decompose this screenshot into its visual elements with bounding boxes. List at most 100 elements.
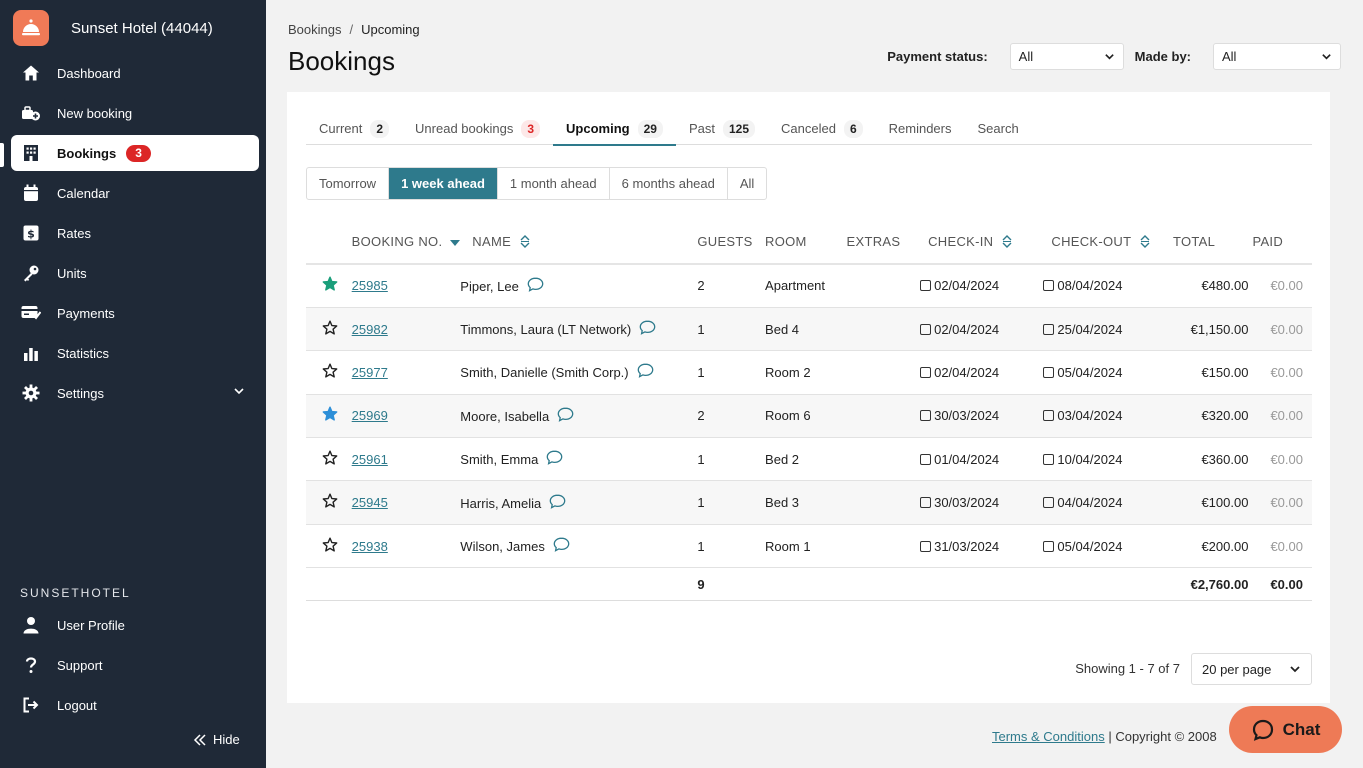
sidebar-item-rates[interactable]: $ Rates xyxy=(11,215,259,251)
sidebar-item-statistics[interactable]: Statistics xyxy=(11,335,259,371)
per-page-select[interactable]: 20 per page xyxy=(1191,653,1312,685)
table-row[interactable]: 25985 Piper, Lee 2 Apartment 02/04/2024 08/04… xyxy=(306,264,1312,308)
checkbox-icon[interactable] xyxy=(920,323,932,335)
extras-cell xyxy=(846,264,921,308)
payment-status-select[interactable]: All xyxy=(1009,43,1124,70)
made-by-select[interactable]: All xyxy=(1213,43,1341,70)
booking-paid: €0.00 xyxy=(1248,264,1312,308)
message-bubble-icon[interactable] xyxy=(639,320,656,338)
star-icon[interactable] xyxy=(322,320,338,336)
message-bubble-icon[interactable] xyxy=(527,277,544,295)
table-row[interactable]: 25945 Harris, Amelia 1 Bed 3 30/03/2024 04/04… xyxy=(306,480,1312,525)
star-icon[interactable] xyxy=(322,537,338,553)
hide-sidebar-button[interactable]: Hide xyxy=(193,732,240,747)
table-row[interactable]: 25938 Wilson, James 1 Room 1 31/03/2024 05/04… xyxy=(306,524,1312,569)
tab-unread-bookings[interactable]: Unread bookings 3 xyxy=(402,112,553,145)
breadcrumb-bookings-link[interactable]: Bookings xyxy=(288,22,341,37)
booking-number-link[interactable]: 25938 xyxy=(352,539,388,554)
range-all-button[interactable]: All xyxy=(728,168,766,199)
star-icon[interactable] xyxy=(322,406,338,422)
checkbox-icon[interactable] xyxy=(1043,323,1055,335)
checkbox-icon[interactable] xyxy=(920,540,932,552)
terms-link[interactable]: Terms & Conditions xyxy=(992,729,1105,744)
sidebar-item-logout[interactable]: Logout xyxy=(11,687,259,723)
totals-spacer xyxy=(846,567,921,602)
bookings-card: Current 2 Unread bookings 3 Upcoming 29 Pas… xyxy=(287,92,1330,703)
main-nav: Dashboard New booking Bookings 3 Calenda… xyxy=(11,55,259,415)
checkbox-icon[interactable] xyxy=(920,366,932,378)
message-bubble-icon[interactable] xyxy=(557,407,574,425)
message-bubble-icon[interactable] xyxy=(637,363,654,381)
check-in-date: 31/03/2024 xyxy=(934,538,1000,554)
checkbox-icon[interactable] xyxy=(1043,410,1055,422)
tab-current[interactable]: Current 2 xyxy=(306,112,402,145)
booking-number-link[interactable]: 25985 xyxy=(352,278,388,293)
check-out-date: 05/04/2024 xyxy=(1057,538,1123,554)
sidebar-item-bookings[interactable]: Bookings 3 xyxy=(11,135,259,171)
range-tomorrow-button[interactable]: Tomorrow xyxy=(307,168,390,199)
tab-upcoming[interactable]: Upcoming 29 xyxy=(553,112,676,146)
sidebar-item-payments[interactable]: Payments xyxy=(11,295,259,331)
sort-desc-icon xyxy=(450,240,461,246)
table-row[interactable]: 25977 Smith, Danielle (Smith Corp.) 1 Room … xyxy=(306,350,1312,395)
message-bubble-icon[interactable] xyxy=(553,537,570,555)
checkbox-icon[interactable] xyxy=(1043,280,1055,292)
booking-number-link[interactable]: 25969 xyxy=(352,408,388,423)
checkbox-icon[interactable] xyxy=(920,280,932,292)
total-guests: 9 xyxy=(697,567,766,602)
star-icon[interactable] xyxy=(322,363,338,379)
booking-number-link[interactable]: 25977 xyxy=(352,365,388,380)
checkbox-icon[interactable] xyxy=(920,410,932,422)
sort-name-header[interactable]: NAME xyxy=(460,220,698,265)
table-row[interactable]: 25969 Moore, Isabella 2 Room 6 30/03/2024 03/… xyxy=(306,394,1312,439)
sort-check-in-header[interactable]: CHECK-IN xyxy=(920,220,1044,265)
message-bubble-icon[interactable] xyxy=(549,494,566,512)
sidebar-item-calendar[interactable]: Calendar xyxy=(11,175,259,211)
sidebar-item-user-profile[interactable]: User Profile xyxy=(11,607,259,643)
check-out-date: 04/04/2024 xyxy=(1057,495,1123,511)
header-label: NAME xyxy=(472,234,512,249)
checkbox-icon[interactable] xyxy=(920,497,932,509)
tab-past[interactable]: Past 125 xyxy=(676,112,768,145)
checkbox-icon[interactable] xyxy=(1043,366,1055,378)
sidebar-item-new-booking[interactable]: New booking xyxy=(11,95,259,131)
hide-label: Hide xyxy=(213,732,240,747)
total-paid: €0.00 xyxy=(1248,567,1312,602)
star-icon[interactable] xyxy=(322,493,338,509)
sidebar-item-dashboard[interactable]: Dashboard xyxy=(11,55,259,91)
sort-booking-no-header[interactable]: BOOKING NO. xyxy=(351,220,461,265)
table-row[interactable]: 25961 Smith, Emma 1 Bed 2 01/04/2024 10/04/20… xyxy=(306,437,1312,482)
sidebar-item-units[interactable]: Units xyxy=(11,255,259,291)
sort-check-out-header[interactable]: CHECK-OUT xyxy=(1043,220,1167,265)
brand[interactable]: Sunset Hotel (44044) xyxy=(13,10,213,46)
checkbox-icon[interactable] xyxy=(1043,453,1055,465)
star-icon[interactable] xyxy=(322,450,338,466)
extras-cell xyxy=(846,437,921,482)
booking-number-link[interactable]: 25961 xyxy=(352,452,388,467)
message-bubble-icon[interactable] xyxy=(546,450,563,468)
tab-label: Upcoming xyxy=(566,121,630,136)
checkbox-icon[interactable] xyxy=(920,453,932,465)
range-6-months-button[interactable]: 6 months ahead xyxy=(610,168,728,199)
range-1-week-button[interactable]: 1 week ahead xyxy=(389,168,498,199)
chat-button[interactable]: Chat xyxy=(1229,706,1342,753)
tab-reminders[interactable]: Reminders xyxy=(876,112,965,145)
checkbox-icon[interactable] xyxy=(1043,540,1055,552)
payment-status-label: Payment status: xyxy=(887,49,988,64)
booking-number-link[interactable]: 25982 xyxy=(352,322,388,337)
range-1-month-button[interactable]: 1 month ahead xyxy=(498,168,610,199)
checkbox-icon[interactable] xyxy=(1043,497,1055,509)
tab-canceled[interactable]: Canceled 6 xyxy=(768,112,876,145)
sidebar-item-settings[interactable]: Settings xyxy=(11,375,259,411)
star-icon[interactable] xyxy=(322,276,338,292)
check-in-date: 01/04/2024 xyxy=(934,451,1000,467)
table-row[interactable]: 25982 Timmons, Laura (LT Network) 1 Bed 4 02… xyxy=(306,307,1312,352)
extras-cell xyxy=(846,394,921,439)
made-by-label: Made by: xyxy=(1134,49,1191,64)
tab-search[interactable]: Search xyxy=(964,112,1031,145)
sidebar-item-support[interactable]: Support xyxy=(11,647,259,683)
booking-number-link[interactable]: 25945 xyxy=(352,495,388,510)
sidebar-item-label: Payments xyxy=(57,305,115,321)
chat-label: Chat xyxy=(1282,719,1321,739)
room-name: Bed 2 xyxy=(765,437,847,482)
